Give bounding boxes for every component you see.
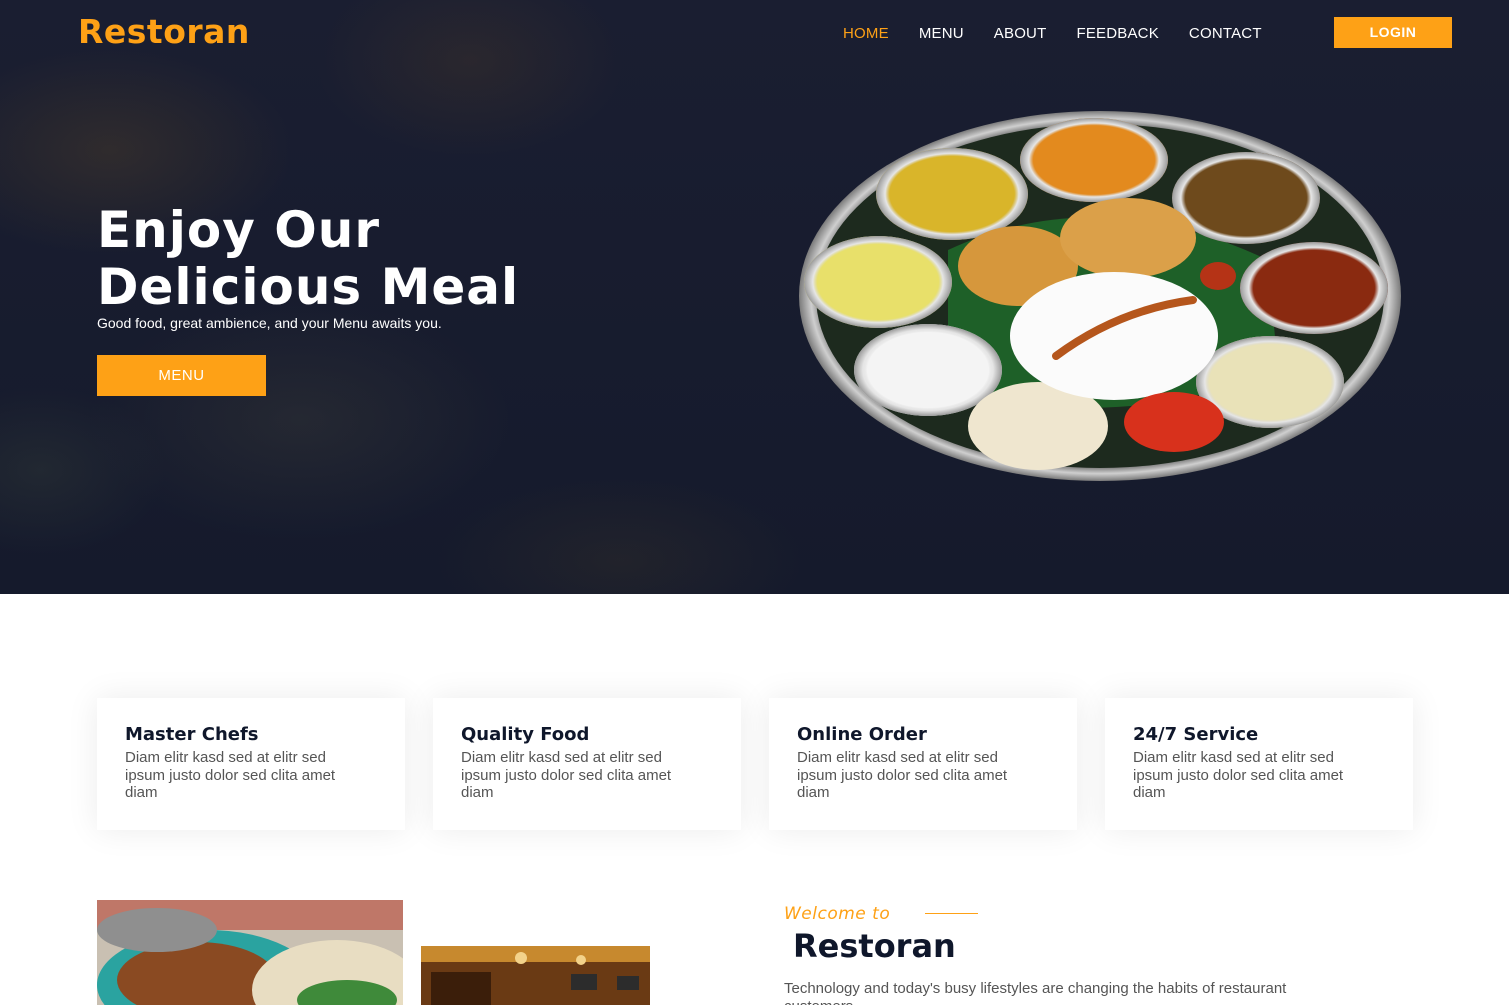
service-text: Diam elitr kasd sed at elitr sed ipsum j…	[1133, 749, 1344, 801]
welcome-divider	[925, 913, 978, 914]
service-text: Diam elitr kasd sed at elitr sed ipsum j…	[125, 749, 336, 801]
login-button[interactable]: LOGIN	[1334, 17, 1452, 48]
hero-section: Restoran HOME MENU ABOUT FEEDBACK CONTAC…	[0, 0, 1509, 594]
service-title: Online Order	[797, 724, 927, 745]
hero-title-line1: Enjoy Our	[97, 201, 380, 259]
hero-title-line2: Delicious Meal	[97, 258, 520, 316]
nav-item-menu[interactable]: MENU	[919, 25, 964, 42]
about-text: Technology and today's busy lifestyles a…	[784, 980, 1287, 1005]
nav-item-feedback[interactable]: FEEDBACK	[1076, 25, 1158, 42]
about-food-image	[97, 900, 403, 1005]
about-interior-image	[421, 946, 650, 1005]
about-title: Restoran	[793, 927, 956, 965]
hero-menu-button[interactable]: MENU	[97, 355, 266, 396]
hero-subtitle: Good food, great ambience, and your Menu…	[97, 315, 442, 331]
service-card-online-order: Online Order Diam elitr kasd sed at elit…	[769, 698, 1077, 830]
services-section: Master Chefs Diam elitr kasd sed at elit…	[97, 698, 1413, 830]
about-welcome-label: Welcome to	[784, 904, 891, 924]
service-title: 24/7 Service	[1133, 724, 1259, 745]
main-nav: HOME MENU ABOUT FEEDBACK CONTACT	[843, 25, 1292, 42]
service-title: Quality Food	[461, 724, 590, 745]
thali-plate-image	[799, 111, 1401, 481]
nav-item-home[interactable]: HOME	[843, 25, 889, 42]
service-title: Master Chefs	[125, 724, 259, 745]
nav-item-about[interactable]: ABOUT	[994, 25, 1047, 42]
nav-item-contact[interactable]: CONTACT	[1189, 25, 1262, 42]
service-card-master-chefs: Master Chefs Diam elitr kasd sed at elit…	[97, 698, 405, 830]
hero-title: Enjoy Our Delicious Meal	[97, 202, 777, 316]
service-card-quality-food: Quality Food Diam elitr kasd sed at elit…	[433, 698, 741, 830]
service-text: Diam elitr kasd sed at elitr sed ipsum j…	[797, 749, 1008, 801]
service-card-24-7-service: 24/7 Service Diam elitr kasd sed at elit…	[1105, 698, 1413, 830]
brand-logo[interactable]: Restoran	[78, 12, 250, 51]
service-text: Diam elitr kasd sed at elitr sed ipsum j…	[461, 749, 672, 801]
